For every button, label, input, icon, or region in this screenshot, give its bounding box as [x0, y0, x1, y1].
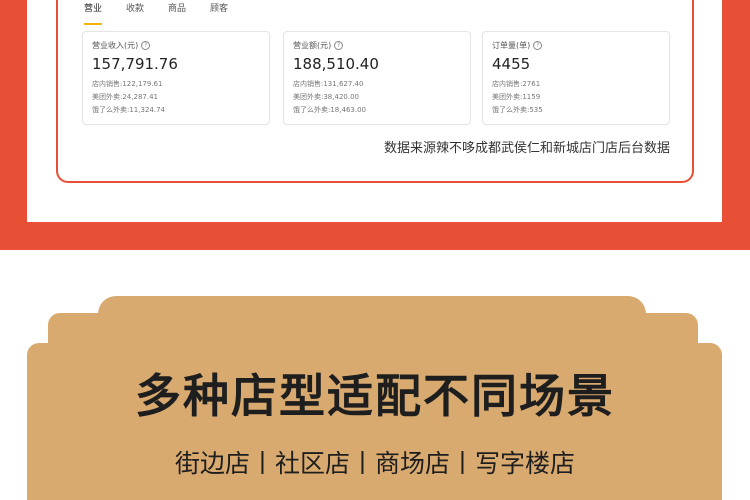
- revenue-instore: 店内销售:122,179.61: [92, 80, 163, 88]
- question-circle-icon[interactable]: ?: [334, 41, 344, 50]
- headline: 多种店型适配不同场景: [135, 369, 615, 423]
- orders-instore: 店内销售:2761: [492, 80, 541, 88]
- tab-products[interactable]: 商品: [168, 0, 186, 20]
- tab-customers[interactable]: 顾客: [210, 0, 228, 20]
- orders-meituan: 美团外卖:1159: [492, 93, 541, 101]
- orders-value: 4455: [492, 55, 531, 73]
- data-source-caption: 数据来源辣不哆成都武侯仁和新城店门店后台数据: [383, 141, 670, 156]
- turnover-value: 188,510.40: [293, 55, 379, 73]
- tab-payments[interactable]: 收款: [126, 0, 144, 20]
- revenue-card: 营业收入(元) ? 157,791.76 店内销售:122,179.61 美团外…: [82, 31, 270, 125]
- turnover-eleme: 饿了么外卖:18,463.00: [293, 106, 366, 114]
- turnover-label: 营业额(元): [293, 41, 332, 50]
- orders-eleme: 饿了么外卖:535: [492, 106, 543, 114]
- revenue-label: 营业收入(元): [92, 41, 139, 50]
- turnover-meituan: 美团外卖:38,420.00: [293, 93, 359, 101]
- orders-label: 订单量(单): [492, 41, 531, 50]
- turnover-card: 营业额(元) ? 188,510.40 店内销售:131,627.40 美团外卖…: [283, 31, 471, 125]
- revenue-eleme: 饿了么外卖:11,324.74: [92, 106, 165, 114]
- store-types-line: 街边店丨社区店丨商场店丨写字楼店: [174, 449, 575, 478]
- revenue-value: 157,791.76: [92, 55, 178, 73]
- revenue-meituan: 美团外卖:24,287.41: [92, 93, 158, 101]
- stats-panel: 营业 收款 商品 顾客 营业收入(元) ? 157,791.76 店内销售:12…: [56, 0, 694, 183]
- turnover-instore: 店内销售:131,627.40: [293, 80, 364, 88]
- tab-bar: 营业 收款 商品 顾客: [84, 0, 252, 25]
- question-circle-icon[interactable]: ?: [141, 41, 151, 50]
- question-circle-icon[interactable]: ?: [533, 41, 543, 50]
- orders-card: 订单量(单) ? 4455 店内销售:2761 美团外卖:1159 饿了么外卖:…: [482, 31, 670, 125]
- tab-business[interactable]: 营业: [84, 0, 103, 25]
